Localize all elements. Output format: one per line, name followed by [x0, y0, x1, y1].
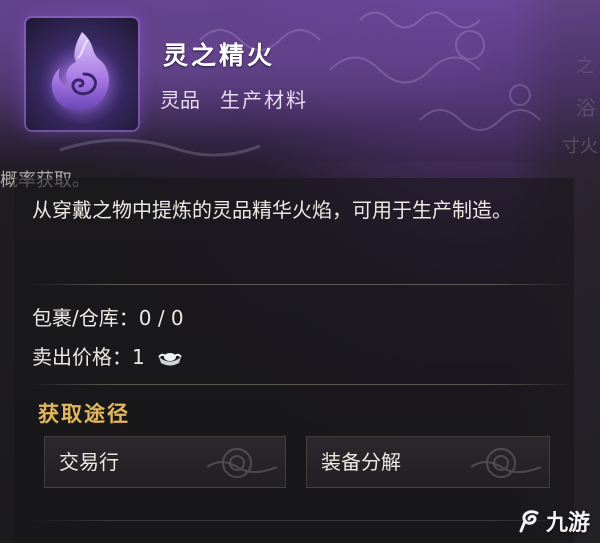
divider [28, 284, 573, 285]
item-icon-frame [26, 18, 138, 130]
source-button-equipment-salvage[interactable]: 装备分解 [306, 436, 550, 488]
source-button-label: 装备分解 [321, 450, 401, 474]
watermark-text: 九游 [545, 511, 590, 536]
purple-spirit-flame-icon [38, 32, 126, 124]
item-type: 生产材料 [220, 88, 308, 112]
item-description: 从穿戴之物中提炼的灵品精华火焰，可用于生产制造。 [32, 198, 512, 222]
sell-price-value: 1 [132, 345, 145, 369]
sell-price-label: 卖出价格： [32, 345, 132, 369]
item-grade: 灵品 [160, 88, 200, 112]
watermark: 九游 [517, 505, 590, 537]
acquire-section-title: 获取途径 [38, 402, 130, 426]
tooltip-header: 灵之精火 灵品 生产材料 [0, 0, 600, 162]
button-cloud-decoration [471, 448, 541, 478]
divider [28, 384, 573, 385]
inventory-label: 包裹/仓库： [32, 306, 139, 330]
inventory-row: 包裹/仓库：0 / 0 [32, 302, 184, 331]
divider [28, 520, 573, 521]
jiuyou-logo-icon [519, 510, 539, 533]
button-cloud-decoration [207, 448, 277, 478]
sell-price-row: 卖出价格：1 [32, 341, 183, 370]
inventory-value: 0 / 0 [138, 306, 184, 330]
item-tooltip-screen: 浴 寸火 之 [0, 0, 600, 543]
source-button-trading-house[interactable]: 交易行 [44, 436, 286, 488]
source-button-label: 交易行 [59, 450, 119, 474]
silver-ingot-icon [158, 352, 182, 365]
item-name: 灵之精火 [163, 41, 276, 70]
